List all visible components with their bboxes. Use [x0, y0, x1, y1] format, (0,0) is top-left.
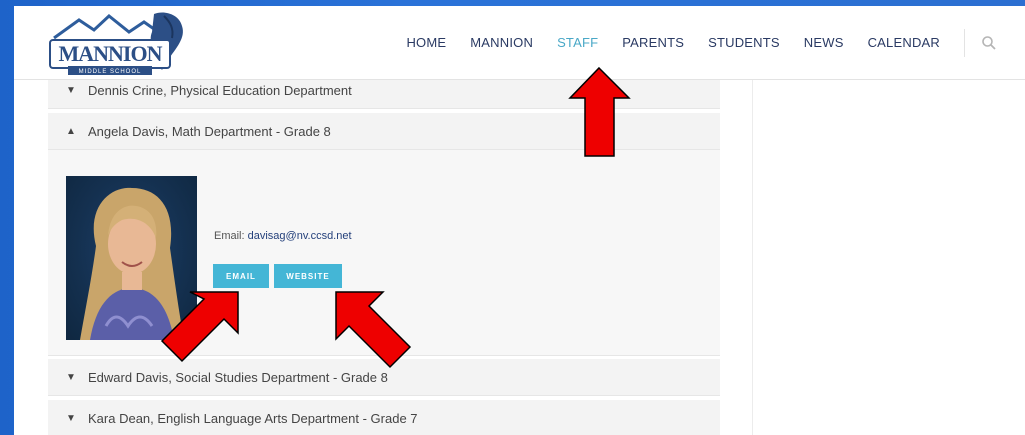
sidebar-divider [752, 79, 753, 435]
staff-row-label: Kara Dean, English Language Arts Departm… [88, 410, 418, 426]
staff-row-kara-dean[interactable]: ▼ Kara Dean, English Language Arts Depar… [48, 400, 720, 435]
nav-mannion[interactable]: MANNION [470, 35, 533, 50]
page: MANNION MIDDLE SCHOOL HOME MANNION STAFF… [14, 6, 1025, 435]
email-button[interactable]: EMAIL [213, 264, 269, 288]
staff-row-label: Edward Davis, Social Studies Department … [88, 369, 388, 385]
chevron-down-icon: ▼ [66, 412, 76, 424]
nav-home[interactable]: HOME [406, 35, 446, 50]
website-button[interactable]: WEBSITE [274, 264, 342, 288]
staff-row-angela-davis[interactable]: ▲ Angela Davis, Math Department - Grade … [48, 113, 720, 150]
nav-divider [964, 28, 965, 57]
site-header: MANNION MIDDLE SCHOOL HOME MANNION STAFF… [14, 6, 1025, 80]
staff-accordion: ▼ Dennis Crine, Physical Education Depar… [48, 72, 720, 435]
chevron-down-icon: ▼ [66, 84, 76, 96]
main-nav: HOME MANNION STAFF PARENTS STUDENTS NEWS… [406, 6, 1025, 79]
email-link[interactable]: davisag@nv.ccsd.net [248, 230, 352, 242]
staff-photo [66, 176, 197, 340]
nav-staff[interactable]: STAFF [557, 35, 598, 50]
chevron-up-icon: ▲ [66, 125, 76, 137]
nav-students[interactable]: STUDENTS [708, 35, 780, 50]
search-icon[interactable] [981, 35, 997, 51]
staff-row-label: Angela Davis, Math Department - Grade 8 [88, 123, 331, 139]
logo-text: MANNION [59, 41, 163, 66]
mannion-logo[interactable]: MANNION MIDDLE SCHOOL [44, 8, 194, 76]
staff-detail-panel: Email: davisag@nv.ccsd.net EMAIL WEBSITE [48, 150, 720, 356]
nav-news[interactable]: NEWS [804, 35, 844, 50]
email-label: Email: [214, 230, 248, 242]
nav-calendar[interactable]: CALENDAR [868, 35, 940, 50]
chevron-down-icon: ▼ [66, 371, 76, 383]
staff-email-line: Email: davisag@nv.ccsd.net [214, 230, 352, 242]
staff-row-label: Dennis Crine, Physical Education Departm… [88, 82, 352, 98]
nav-parents[interactable]: PARENTS [622, 35, 684, 50]
staff-row-edward-davis[interactable]: ▼ Edward Davis, Social Studies Departmen… [48, 359, 720, 396]
logo-subtext: MIDDLE SCHOOL [79, 69, 142, 75]
